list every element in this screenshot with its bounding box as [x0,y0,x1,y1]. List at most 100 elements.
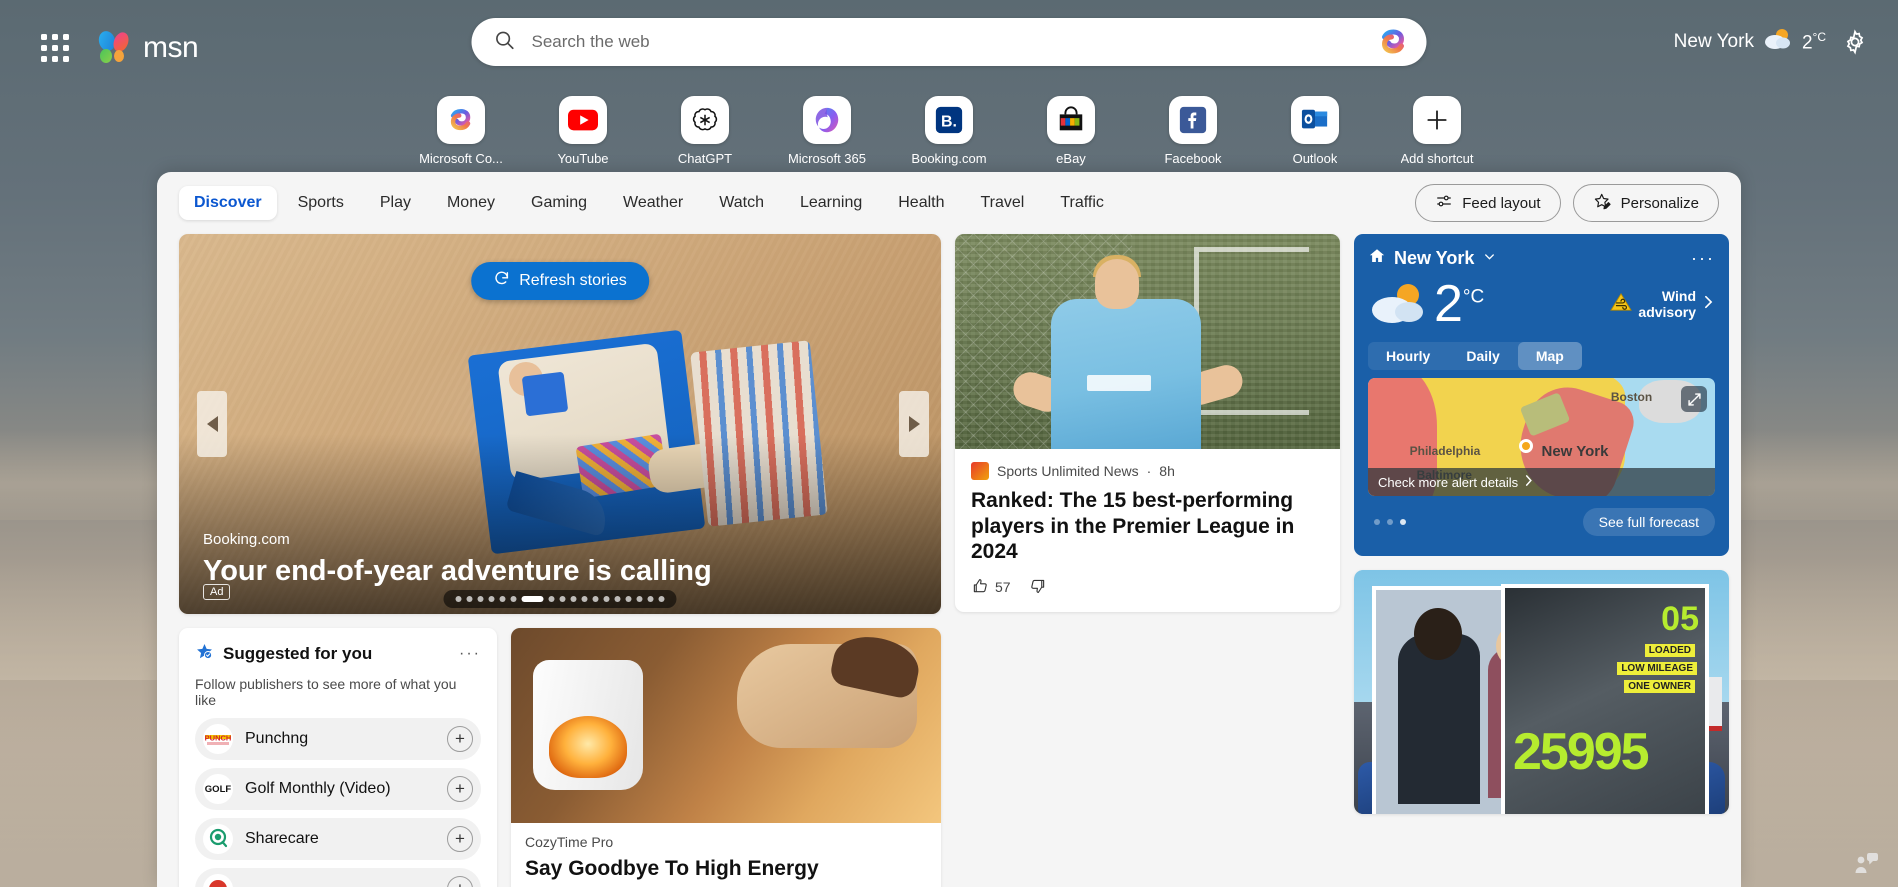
suggested-subtitle: Follow publishers to see more of what yo… [195,676,457,708]
tab-health[interactable]: Health [883,186,959,220]
follow-publisher-button[interactable]: + [447,776,473,802]
hero-ad-card[interactable]: Refresh stories Booking.com Your end-of-… [179,234,941,614]
cozytime-card[interactable]: CozyTime Pro Say Goodbye To High Energy [511,628,941,887]
carousel-dot[interactable] [548,596,555,602]
carousel-dots[interactable] [443,590,677,608]
weather-tab-daily[interactable]: Daily [1448,342,1517,370]
feed-column-weather: New York ··· 2°C Wind advisory Hourly Da… [1354,234,1729,814]
carousel-dot[interactable] [647,596,654,602]
sports-headline: Ranked: The 15 best-performing players i… [971,489,1295,564]
gear-icon[interactable] [1842,29,1868,55]
shortcut-booking-com[interactable]: B. Booking.com [899,96,999,172]
suggested-title: Suggested for you [223,644,373,663]
alert-bar-text: Check more alert details [1378,474,1519,490]
shortcut-microsoft-365[interactable]: Microsoft 365 [777,96,877,172]
chatgpt-icon [681,96,729,144]
weather-alert[interactable]: Wind advisory [1610,288,1715,320]
weather-map[interactable]: Boston Philadelphia Baltimore New York C… [1368,378,1715,496]
carousel-dot[interactable] [636,596,643,602]
shortcut-outlook[interactable]: Outlook [1265,96,1365,172]
like-button[interactable]: 57 [971,577,1011,598]
refresh-icon [493,270,510,292]
tab-traffic[interactable]: Traffic [1045,186,1119,220]
carousel-dot[interactable] [455,596,462,602]
carousel-dot[interactable] [581,596,588,602]
sticker-line-3: ONE OWNER [1624,680,1695,693]
publisher-row-golf-monthly[interactable]: GOLF Golf Monthly (Video) + [195,768,481,810]
weather-tabs: Hourly Daily Map [1368,342,1582,370]
sports-news-card[interactable]: Sports Unlimited News · 8h Ranked: The 1… [955,234,1340,612]
shortcut-ebay[interactable]: eBay [1021,96,1121,172]
carousel-dot[interactable] [466,596,473,602]
follow-publisher-button[interactable]: + [447,876,473,887]
shortcut-add[interactable]: Add shortcut [1387,96,1487,172]
carousel-dot[interactable] [658,596,665,602]
msn-logo[interactable]: msn [96,31,199,65]
carousel-dot[interactable] [614,596,621,602]
tab-gaming[interactable]: Gaming [516,186,602,220]
publisher-row-punchng[interactable]: PUNCH Punchng + [195,718,481,760]
see-full-forecast-button[interactable]: See full forecast [1582,508,1715,536]
publisher-row-partial[interactable]: + [195,868,481,887]
like-count: 57 [995,579,1011,596]
tab-play[interactable]: Play [365,186,426,220]
svg-text:B.: B. [941,114,957,131]
tab-money[interactable]: Money [432,186,510,220]
chevron-down-icon[interactable] [1482,249,1497,269]
carousel-dot[interactable] [488,596,495,602]
shortcut-chatgpt[interactable]: ChatGPT [655,96,755,172]
tab-learning[interactable]: Learning [785,186,877,220]
weather-tab-map[interactable]: Map [1517,342,1582,370]
booking-icon: B. [925,96,973,144]
suggested-more-icon[interactable]: ··· [459,645,481,663]
tab-discover[interactable]: Discover [179,186,277,220]
car-dealership-card[interactable]: 05 LOADED LOW MILEAGE ONE OWNER 25995 [1354,570,1729,814]
shortcut-label: eBay [1056,151,1086,166]
sharecare-logo-icon [203,824,233,854]
carousel-dot[interactable] [510,596,517,602]
check-alert-details-link[interactable]: Check more alert details [1368,468,1715,496]
shortcut-microsoft-copilot[interactable]: Microsoft Co... [411,96,511,172]
feedback-icon[interactable] [1852,851,1880,877]
tab-travel[interactable]: Travel [966,186,1040,220]
header-temp: 2°C [1801,29,1826,54]
tab-weather[interactable]: Weather [608,186,698,220]
tab-sports[interactable]: Sports [283,186,359,220]
follow-publisher-button[interactable]: + [447,826,473,852]
publisher-name: Punchng [245,730,309,747]
carousel-dot[interactable] [477,596,484,602]
weather-more-icon[interactable]: ··· [1691,248,1715,269]
cozytime-image [511,628,941,823]
shortcut-youtube[interactable]: YouTube [533,96,633,172]
dislike-button[interactable] [1029,577,1047,598]
carousel-dot[interactable] [603,596,610,602]
carousel-dot[interactable] [625,596,632,602]
publisher-row-sharecare[interactable]: Sharecare + [195,818,481,860]
thumbs-up-icon [971,577,989,598]
carousel-dot[interactable] [592,596,599,602]
tab-watch[interactable]: Watch [704,186,779,220]
carousel-dot[interactable] [570,596,577,602]
feed-layout-button[interactable]: Feed layout [1415,184,1561,222]
personalize-button[interactable]: Personalize [1572,184,1719,222]
carousel-dot[interactable] [559,596,566,602]
weather-tab-hourly[interactable]: Hourly [1368,342,1448,370]
weather-page-dots[interactable] [1368,519,1406,525]
copilot-icon[interactable] [1377,25,1411,59]
follow-publisher-button[interactable]: + [447,726,473,752]
feed-column-secondary: Sports Unlimited News · 8h Ranked: The 1… [955,234,1340,612]
carousel-dot[interactable] [499,596,506,602]
weather-temp: 2°C [1434,275,1485,333]
carousel-next-arrow[interactable] [899,391,929,457]
carousel-dot[interactable] [521,596,544,602]
app-launcher-icon[interactable] [38,31,72,65]
header-weather[interactable]: New York 2°C [1674,27,1826,57]
refresh-stories-button[interactable]: Refresh stories [471,262,649,300]
shortcut-facebook[interactable]: Facebook [1143,96,1243,172]
carousel-prev-arrow[interactable] [197,391,227,457]
svg-text:PUNCH: PUNCH [205,734,232,743]
expand-map-icon[interactable] [1681,386,1707,412]
search-bar[interactable] [471,18,1427,66]
search-input[interactable] [531,32,1377,52]
weather-widget-header: New York ··· [1368,247,1715,270]
